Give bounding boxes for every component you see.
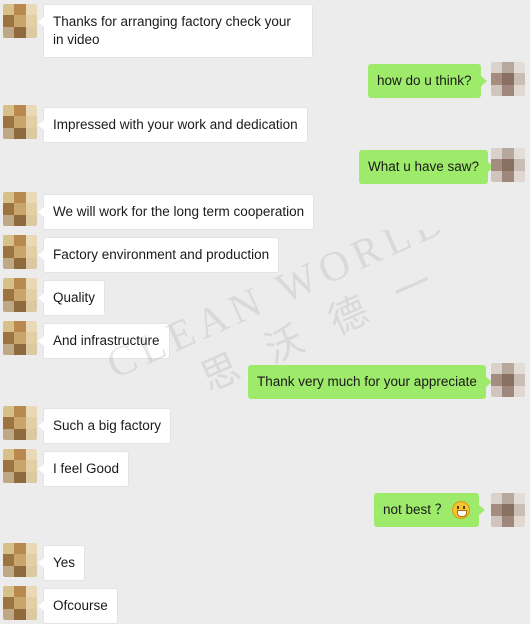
incoming-message-bubble[interactable]: Quality [37, 280, 106, 316]
message-text: Impressed with your work and dedication [53, 117, 298, 132]
message-text: Quality [53, 290, 96, 305]
incoming-message-bubble[interactable]: Thanks for arranging factory check your … [38, 4, 313, 58]
message-text: And infrastructure [53, 333, 160, 348]
incoming-message-bubble[interactable]: Such a big factory [37, 408, 172, 444]
contact-avatar[interactable] [3, 235, 37, 269]
contact-avatar[interactable] [3, 278, 37, 312]
message-text: I feel Good [53, 461, 120, 476]
contact-avatar[interactable] [3, 321, 37, 355]
contact-avatar[interactable] [3, 105, 37, 139]
outgoing-message-bubble[interactable]: Thank very much for your appreciate [248, 365, 492, 399]
message-text: We will work for the long term cooperati… [53, 204, 305, 219]
contact-avatar[interactable] [3, 192, 37, 226]
contact-avatar[interactable] [3, 4, 37, 38]
user-avatar[interactable] [491, 148, 525, 182]
incoming-message-bubble[interactable]: We will work for the long term cooperati… [37, 194, 315, 230]
user-avatar[interactable] [491, 363, 525, 397]
incoming-message-bubble[interactable]: Impressed with your work and dedication [38, 107, 308, 143]
contact-avatar[interactable] [3, 543, 37, 577]
incoming-message-bubble[interactable]: Yes [37, 545, 86, 581]
message-text: Yes [53, 555, 76, 570]
incoming-message-bubble[interactable]: I feel Good [37, 451, 130, 487]
contact-avatar[interactable] [3, 406, 37, 440]
grinning-face-emoji-icon [452, 501, 471, 520]
message-text: how do u think? [377, 73, 472, 88]
incoming-message-bubble[interactable]: Factory environment and production [37, 237, 280, 273]
message-text: Ofcourse [53, 598, 108, 613]
message-text: Thanks for arranging factory check your … [53, 14, 291, 47]
outgoing-message-bubble[interactable]: What u have saw? [359, 150, 495, 184]
outgoing-message-bubble[interactable]: not best ？ [374, 493, 486, 528]
outgoing-message-bubble[interactable]: how do u think? [368, 64, 487, 98]
incoming-message-bubble[interactable]: Ofcourse [38, 588, 118, 624]
contact-avatar[interactable] [3, 586, 37, 620]
user-avatar[interactable] [491, 493, 525, 527]
chat-area: Thanks for arranging factory check your … [0, 0, 530, 624]
message-text: not best ？ [383, 502, 449, 517]
contact-avatar[interactable] [3, 449, 37, 483]
message-text: Factory environment and production [53, 247, 270, 262]
message-text: Such a big factory [53, 418, 162, 433]
user-avatar[interactable] [491, 62, 525, 96]
message-text: Thank very much for your appreciate [257, 374, 477, 389]
incoming-message-bubble[interactable]: And infrastructure [38, 323, 170, 359]
message-text: What u have saw? [368, 159, 480, 174]
